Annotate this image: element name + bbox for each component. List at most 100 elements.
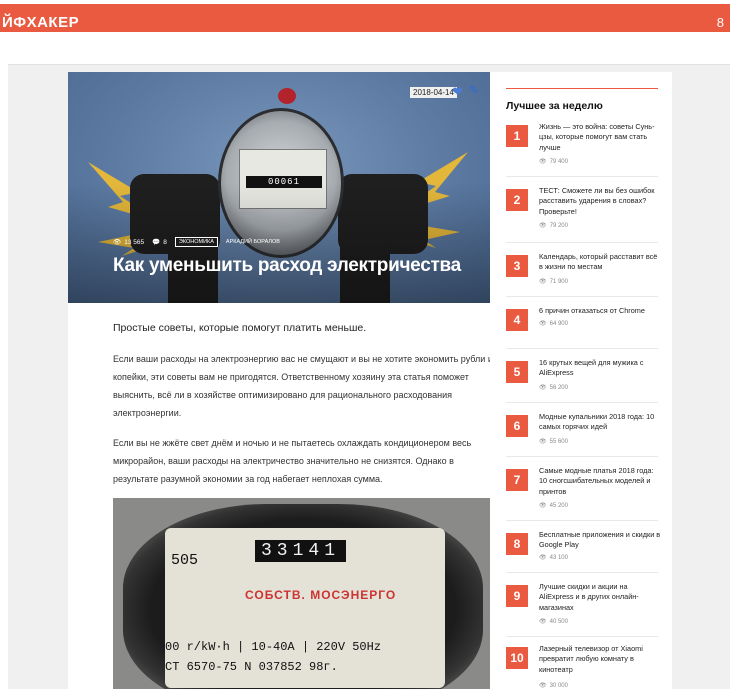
author-name[interactable]: АРКАДИЙ БОРАЛОВ bbox=[226, 239, 280, 245]
eye-icon: 👁 bbox=[539, 503, 547, 509]
meter-photo-spec: 00 r/kW·h | 10-40A | 220V 50Hz bbox=[165, 640, 382, 654]
flower-icon bbox=[278, 88, 296, 104]
eye-icon: 👁 bbox=[539, 619, 547, 625]
eye-icon: 👁 bbox=[539, 279, 547, 285]
eye-icon: 👁 bbox=[539, 223, 547, 229]
sidebar-item[interactable]: 4 6 причин отказаться от Chrome 👁 64 900 bbox=[506, 306, 658, 352]
comments-value: 8 bbox=[163, 238, 167, 246]
divider bbox=[506, 520, 658, 521]
rank-number: 7 bbox=[506, 469, 528, 491]
sidebar-item[interactable]: 9 Лучшие скидки и акции на AliExpress и … bbox=[506, 582, 658, 638]
sidebar-item-views: 👁 40 500 bbox=[539, 618, 568, 626]
rank-number: 8 bbox=[506, 533, 528, 555]
rank-number: 2 bbox=[506, 189, 528, 211]
meter-photo-face: 33141 505 СОБСТВ. МОСЭНЕРГО 00 r/kW·h | … bbox=[165, 528, 445, 688]
eye-icon: 👁 bbox=[113, 239, 122, 246]
sidebar-item-title[interactable]: 16 крутых вещей для мужика с AliExpress bbox=[539, 358, 661, 379]
comments-count[interactable]: 💬 8 bbox=[152, 238, 167, 247]
sidebar-item[interactable]: 8 Бесплатные приложения и скидки в Googl… bbox=[506, 530, 661, 576]
views-value: 64 900 bbox=[549, 320, 568, 327]
article: 00061 2018-04-14 ❤ ✎ 👁 13 565 💬 8 ЭКОНОМ… bbox=[68, 72, 493, 689]
rank-number: 4 bbox=[506, 309, 528, 331]
site-logo[interactable]: ЙФХАКЕР bbox=[2, 14, 79, 31]
rank-number: 5 bbox=[506, 361, 528, 383]
article-meta: 👁 13 565 💬 8 ЭКОНОМИКА АРКАДИЙ БОРАЛОВ bbox=[113, 236, 280, 248]
eye-icon: 👁 bbox=[539, 555, 547, 561]
eye-icon: 👁 bbox=[539, 159, 547, 165]
sidebar-item[interactable]: 3 Календарь, который расставит всё в жиз… bbox=[506, 252, 658, 298]
sidebar-item[interactable]: 5 16 крутых вещей для мужика с AliExpres… bbox=[506, 358, 658, 404]
views-value: 13 565 bbox=[124, 238, 145, 246]
article-title: Как уменьшить расход электричества bbox=[113, 255, 461, 276]
edit-pencil-icon[interactable]: ✎ bbox=[469, 83, 479, 97]
eye-icon: 👁 bbox=[539, 439, 547, 445]
sidebar-item[interactable]: 6 Модные купальники 2018 года: 10 самых … bbox=[506, 412, 658, 458]
sidebar-item-title[interactable]: Модные купальники 2018 года: 10 самых го… bbox=[539, 412, 661, 433]
divider bbox=[506, 176, 658, 177]
category-tag[interactable]: ЭКОНОМИКА bbox=[174, 237, 218, 247]
sidebar-item-views: 👁 30 000 bbox=[539, 682, 568, 689]
views-value: 30 000 bbox=[549, 682, 568, 689]
views-value: 45 200 bbox=[549, 502, 568, 509]
views-value: 43 100 bbox=[549, 554, 568, 561]
views-value: 71 900 bbox=[549, 278, 568, 285]
sidebar-item-title[interactable]: Календарь, который расставит всё в жизни… bbox=[539, 252, 661, 273]
sidebar-accent-line bbox=[506, 88, 658, 89]
sidebar-item-title[interactable]: ТЕСТ: Сможете ли вы без ошибок расставит… bbox=[539, 186, 661, 217]
date-badge: 2018-04-14 bbox=[410, 87, 457, 98]
sidebar-item[interactable]: 10 Лазерный телевизор от Xiaomi преврати… bbox=[506, 644, 658, 689]
rank-number: 6 bbox=[506, 415, 528, 437]
divider bbox=[506, 242, 658, 243]
sidebar-item[interactable]: 1 Жизнь — это война: советы Сунь-цзы, ко… bbox=[506, 122, 658, 178]
hearts-icon[interactable]: ❤ bbox=[452, 84, 463, 100]
sidebar-item-title[interactable]: Лазерный телевизор от Xiaomi превратит л… bbox=[539, 644, 661, 675]
sidebar-title: Лучшее за неделю bbox=[506, 100, 603, 112]
eye-icon: 👁 bbox=[539, 321, 547, 327]
divider bbox=[506, 402, 658, 403]
sidebar-item-views: 👁 79 400 bbox=[539, 158, 568, 166]
divider bbox=[506, 636, 658, 637]
divider bbox=[506, 348, 658, 349]
meter-photo-serial: CT 6570-75 N 037852 98г. bbox=[165, 660, 338, 674]
eye-icon: 👁 bbox=[539, 385, 547, 391]
divider bbox=[506, 296, 658, 297]
top-header: ЙФХАКЕР 8 bbox=[0, 0, 730, 36]
sidebar-item[interactable]: 2 ТЕСТ: Сможете ли вы без ошибок расстав… bbox=[506, 186, 658, 242]
hero-image: 00061 2018-04-14 ❤ ✎ 👁 13 565 💬 8 ЭКОНОМ… bbox=[68, 72, 490, 303]
meter-photo: 33141 505 СОБСТВ. МОСЭНЕРГО 00 r/kW·h | … bbox=[113, 498, 490, 689]
sidebar-item-title[interactable]: Бесплатные приложения и скидки в Google … bbox=[539, 530, 661, 551]
sidebar-best-of-week: Лучшее за неделю 1 Жизнь — это война: со… bbox=[490, 72, 672, 689]
views-value: 40 500 bbox=[549, 618, 568, 625]
header-bar: ЙФХАКЕР 8 bbox=[0, 4, 730, 32]
header-spacer bbox=[0, 36, 730, 64]
views-value: 56 200 bbox=[549, 384, 568, 391]
article-lead: Простые советы, которые помогут платить … bbox=[113, 322, 367, 334]
article-paragraph-2: Если вы не жжёте свет днём и ночью и не … bbox=[113, 438, 472, 484]
views-value: 55 600 bbox=[549, 438, 568, 445]
rank-number: 10 bbox=[506, 647, 528, 669]
sidebar-item-views: 👁 64 900 bbox=[539, 320, 568, 328]
sidebar-item-title[interactable]: Жизнь — это война: советы Сунь-цзы, кото… bbox=[539, 122, 661, 153]
meter-photo-number: 505 bbox=[171, 552, 199, 569]
sidebar-item-title[interactable]: Самые модные платья 2018 года: 10 сногсш… bbox=[539, 466, 661, 497]
sidebar-item[interactable]: 7 Самые модные платья 2018 года: 10 сног… bbox=[506, 466, 658, 522]
sidebar-item-title[interactable]: Лучшие скидки и акции на AliExpress и в … bbox=[539, 582, 661, 613]
divider bbox=[506, 572, 658, 573]
sidebar-item-views: 👁 55 600 bbox=[539, 438, 568, 446]
sidebar-item-title[interactable]: 6 причин отказаться от Chrome bbox=[539, 306, 661, 316]
rank-number: 3 bbox=[506, 255, 528, 277]
sidebar-item-views: 👁 79 200 bbox=[539, 222, 568, 230]
rank-number: 9 bbox=[506, 585, 528, 607]
sidebar-item-views: 👁 71 900 bbox=[539, 278, 568, 286]
sidebar-item-views: 👁 45 200 bbox=[539, 502, 568, 510]
views-count: 👁 13 565 bbox=[113, 238, 145, 247]
views-value: 79 400 bbox=[549, 158, 568, 165]
meter-photo-digits: 33141 bbox=[255, 540, 347, 562]
eye-icon: 👁 bbox=[539, 683, 547, 689]
comment-icon: 💬 bbox=[152, 239, 161, 246]
user-icon[interactable]: 8 bbox=[717, 15, 724, 30]
meter-photo-brand: СОБСТВ. МОСЭНЕРГО bbox=[245, 588, 397, 602]
rank-number: 1 bbox=[506, 125, 528, 147]
sidebar-item-views: 👁 43 100 bbox=[539, 554, 568, 562]
views-value: 79 200 bbox=[549, 222, 568, 229]
